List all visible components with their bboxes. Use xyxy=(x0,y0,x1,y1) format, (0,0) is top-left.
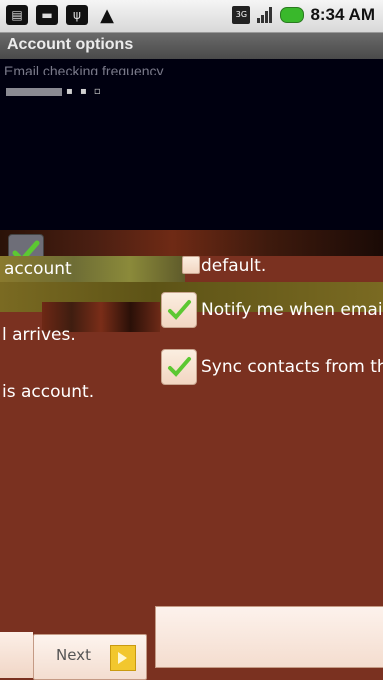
3g-icon: 3G xyxy=(232,6,251,24)
arrow-right-icon xyxy=(110,645,136,671)
status-left-icons: ▤ ▬ ψ ▲ xyxy=(6,4,118,26)
chat-icon: ▬ xyxy=(36,5,58,25)
default-account-label-2: default. xyxy=(201,256,267,276)
notify-label-1: Notify me when emai xyxy=(201,300,383,320)
status-right-icons: 3G 8:34 AM xyxy=(232,5,375,25)
frequency-dots: ▪ ▪ ▫ xyxy=(66,86,103,97)
check-icon xyxy=(168,357,191,377)
next-label: Next xyxy=(56,646,91,664)
sync-contacts-label-2: is account. xyxy=(2,382,95,402)
glitch-band xyxy=(0,230,383,256)
default-account-checkbox[interactable] xyxy=(182,256,200,274)
usb-icon: ψ xyxy=(66,5,88,25)
notify-checkbox[interactable] xyxy=(161,292,197,328)
frequency-value[interactable] xyxy=(6,88,62,96)
bottom-left-panel xyxy=(0,632,33,678)
title-bar: Account options xyxy=(0,33,383,59)
notification-icon: ▤ xyxy=(6,5,28,25)
default-account-label-1: account xyxy=(4,259,72,279)
page-title: Account options xyxy=(7,36,134,53)
sync-contacts-label-1: Sync contacts from th xyxy=(201,357,383,377)
bottom-right-panel xyxy=(155,606,383,668)
frequency-label: Email checking frequency xyxy=(4,63,164,75)
battery-icon xyxy=(280,7,305,23)
next-button[interactable]: Next xyxy=(33,634,147,680)
notify-label-2: l arrives. xyxy=(2,325,76,345)
frequency-setting[interactable] xyxy=(0,59,383,231)
check-icon xyxy=(168,300,191,320)
signal-icon xyxy=(256,6,274,24)
warning-icon: ▲ xyxy=(100,4,114,26)
status-bar: ▤ ▬ ψ ▲ 3G 8:34 AM xyxy=(0,0,383,33)
sync-contacts-checkbox[interactable] xyxy=(161,349,197,385)
status-time: 8:34 AM xyxy=(310,5,375,24)
